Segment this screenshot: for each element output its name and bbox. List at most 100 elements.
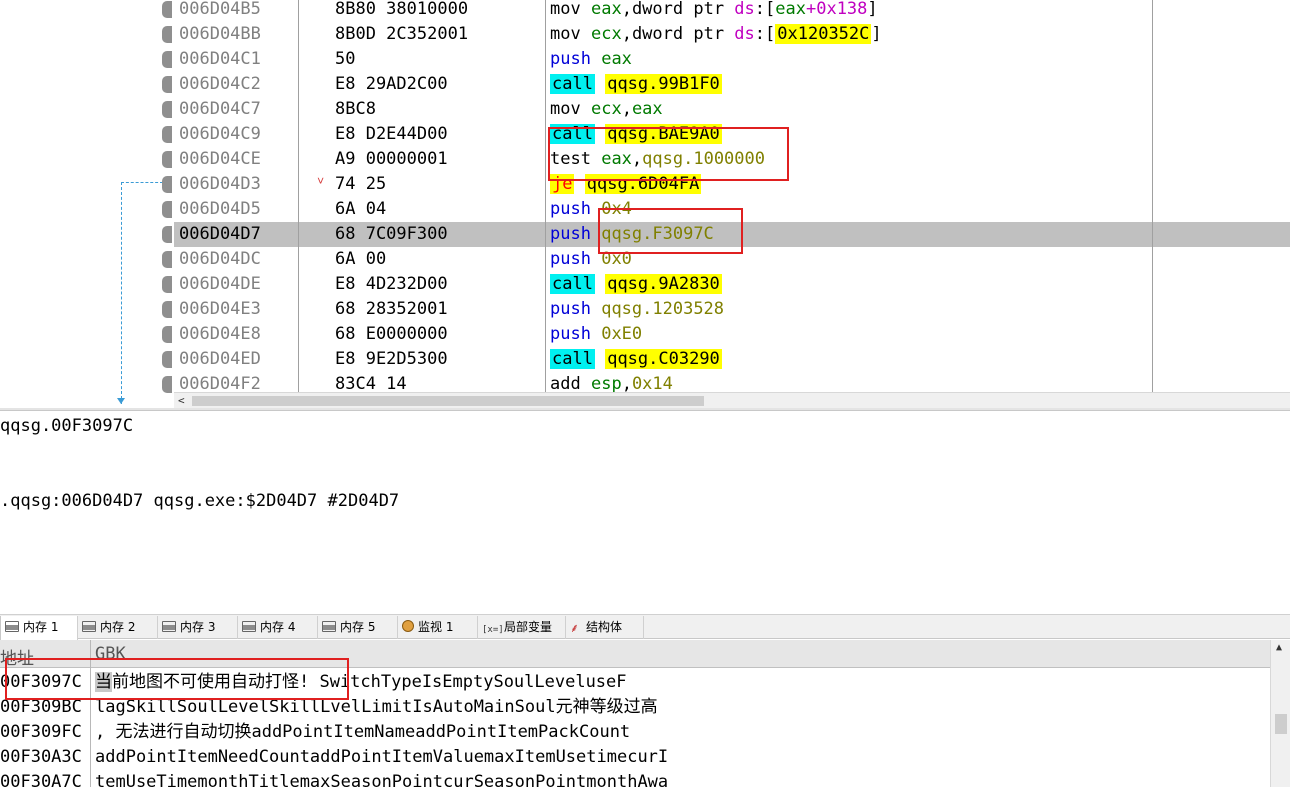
pane-splitter[interactable]: [0, 408, 1290, 411]
instruction-row[interactable]: 006D04C2 E8 29AD2C00 call qqsg.99B1F0: [174, 72, 1290, 97]
instruction-row[interactable]: 006D04ED E8 9E2D5300 call qqsg.C03290: [174, 347, 1290, 372]
instruction-bytes: 8BC8: [335, 99, 376, 119]
instruction-address: 006D04BB: [179, 24, 261, 44]
breakpoint-marker[interactable]: [162, 151, 172, 168]
operand: ,: [621, 374, 632, 394]
info-symbol: qqsg.00F3097C: [0, 416, 134, 436]
instruction-address: 006D04C7: [179, 99, 261, 119]
operand: :[: [754, 24, 776, 44]
instruction-row[interactable]: 006D04E3 68 28352001 push qqsg.1203528: [174, 297, 1290, 322]
instruction-address: 006D04B5: [179, 0, 261, 19]
tab-1[interactable]: 内存 1: [0, 616, 78, 640]
breakpoint-marker[interactable]: [162, 301, 172, 318]
instruction-text: mov ecx,dword ptr ds:[0x120352C]: [550, 22, 882, 47]
jump-line-vertical: [121, 182, 122, 404]
operand: ]: [871, 24, 882, 44]
operand: qqsg.1203528: [601, 299, 725, 319]
tab-8[interactable]: ⸙ 结构体: [566, 616, 644, 639]
vertical-scrollbar[interactable]: ▲: [1270, 640, 1290, 787]
disassembly-view[interactable]: 006D04B5 8B80 38010000 mov eax,dword ptr d…: [0, 0, 1290, 408]
mnemonic: mov: [550, 24, 581, 44]
mnemonic: push: [550, 249, 591, 269]
breakpoint-marker[interactable]: [162, 126, 172, 143]
memory-icon: [162, 621, 176, 632]
instruction-bytes: E8 29AD2C00: [335, 74, 448, 94]
dump-row[interactable]: 00F30A7C temUseTimemonthTitlemaxSeasonPoi…: [0, 770, 1270, 787]
operand: dword ptr: [631, 24, 735, 44]
dump-text: , 无法进行自动切换addPointItemNameaddPointItemPa…: [95, 720, 630, 745]
mnemonic: push: [550, 299, 591, 319]
breakpoint-marker[interactable]: [162, 276, 172, 293]
instruction-address: 006D04DE: [179, 274, 261, 294]
breakpoint-marker[interactable]: [162, 1, 172, 18]
dump-row[interactable]: 00F30A3C addPointItemNeedCountaddPointIte…: [0, 745, 1270, 770]
instruction-text: mov eax,dword ptr ds:[eax+0x138]: [550, 0, 878, 22]
jump-gutter: [0, 0, 174, 404]
breakpoint-marker[interactable]: [162, 376, 172, 393]
highlight-box: [598, 208, 743, 254]
dump-text: temUseTimemonthTitlemaxSeasonPointcurSea…: [95, 770, 668, 787]
instruction-row[interactable]: 006D04C7 8BC8 mov ecx,eax: [174, 97, 1290, 122]
breakpoint-marker[interactable]: [162, 201, 172, 218]
breakpoint-marker[interactable]: [162, 51, 172, 68]
tab-3[interactable]: 内存 3: [158, 616, 238, 639]
mnemonic: push: [550, 324, 591, 344]
instruction-bytes: E8 D2E44D00: [335, 124, 448, 144]
dump-text-content: temUseTimemonthTitlemaxSeasonPointcurSea…: [95, 772, 669, 787]
instruction-row[interactable]: 006D04B5 8B80 38010000 mov eax,dword ptr d…: [174, 0, 1290, 22]
tab-4[interactable]: 内存 4: [238, 616, 318, 639]
instruction-row[interactable]: 006D04DE E8 4D232D00 call qqsg.9A2830: [174, 272, 1290, 297]
instruction-address: 006D04ED: [179, 349, 261, 369]
breakpoint-marker[interactable]: [162, 101, 172, 118]
dump-address: 00F309FC: [0, 722, 82, 742]
scroll-up-icon[interactable]: ▲: [1276, 642, 1282, 653]
instruction-row[interactable]: 006D04C1 50 push eax: [174, 47, 1290, 72]
tab-label: 内存 4: [260, 620, 296, 634]
column-separator: [1152, 0, 1153, 392]
scroll-left-icon[interactable]: <: [178, 393, 185, 408]
breakpoint-marker[interactable]: [162, 326, 172, 343]
info-location: .qqsg:006D04D7 qqsg.exe:$2D04D7 #2D04D7: [0, 491, 400, 511]
instruction-text: call qqsg.99B1F0: [550, 72, 722, 97]
breakpoint-marker[interactable]: [162, 351, 172, 368]
breakpoint-marker[interactable]: [162, 176, 172, 193]
instruction-address: 006D04D5: [179, 199, 261, 219]
horizontal-scrollbar[interactable]: <: [174, 392, 1290, 408]
operand: 0x120352C: [775, 24, 872, 44]
tab-7[interactable]: [x=]局部变量: [478, 616, 566, 639]
dump-tab-bar: 内存 1 内存 2 内存 3 内存 4 内存 5 监视 1 [x=]局部变量 ⸙ 结构体: [0, 614, 1290, 640]
instruction-bytes: E8 9E2D5300: [335, 349, 448, 369]
instruction-address: 006D04C2: [179, 74, 261, 94]
operand: ,: [621, 24, 632, 44]
operand: qqsg.C03290: [605, 349, 722, 369]
operand: eax: [775, 0, 806, 19]
tab-5[interactable]: 内存 5: [318, 616, 398, 639]
instruction-bytes: 50: [335, 49, 356, 69]
scrollbar-thumb[interactable]: [192, 396, 704, 406]
operand: ,: [621, 99, 632, 119]
breakpoint-marker[interactable]: [162, 226, 172, 243]
mnemonic: push: [550, 49, 591, 69]
tab-label: 内存 3: [180, 620, 216, 634]
instruction-row[interactable]: 006D04E8 68 E0000000 push 0xE0: [174, 322, 1290, 347]
operand: qqsg.9A2830: [605, 274, 722, 294]
tab-2[interactable]: 内存 2: [78, 616, 158, 639]
dump-text: addPointItemNeedCountaddPointItemValuema…: [95, 745, 668, 770]
operand: ds: [734, 0, 755, 19]
mnemonic: mov: [550, 99, 581, 119]
mnemonic: call: [550, 274, 595, 294]
breakpoint-marker[interactable]: [162, 26, 172, 43]
operand: ,: [621, 0, 632, 19]
watch-icon: [402, 620, 414, 632]
tab-label: 结构体: [586, 620, 623, 634]
instruction-bytes: 74 25: [335, 174, 387, 194]
mnemonic: mov: [550, 0, 581, 19]
instruction-row[interactable]: 006D04BB 8B0D 2C352001 mov ecx,dword ptr d…: [174, 22, 1290, 47]
operand: +0x138: [805, 0, 868, 19]
breakpoint-marker[interactable]: [162, 251, 172, 268]
dump-row[interactable]: 00F309FC , 无法进行自动切换addPointItemNameaddPoi…: [0, 720, 1270, 745]
tab-6[interactable]: 监视 1: [398, 616, 478, 639]
scrollbar-thumb[interactable]: [1275, 714, 1287, 734]
breakpoint-marker[interactable]: [162, 76, 172, 93]
column-separator: [298, 0, 299, 392]
